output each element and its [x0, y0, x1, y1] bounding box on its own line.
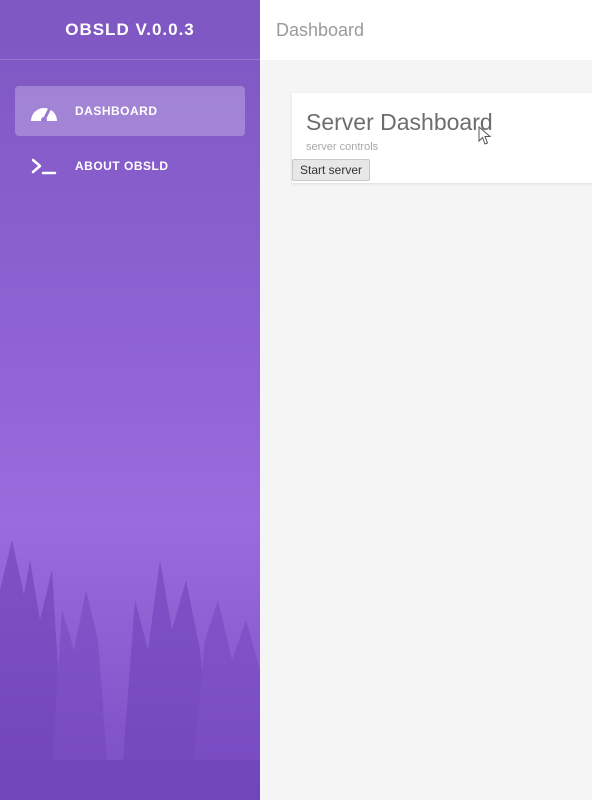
page-title: Dashboard: [276, 19, 365, 40]
sidebar-nav: DASHBOARD ABOUT OBSLD: [0, 60, 260, 191]
sidebar-item-about[interactable]: ABOUT OBSLD: [15, 141, 245, 191]
main-content: Server Dashboard server controls Start s…: [260, 60, 592, 800]
brand-title: OBSLD V.0.0.3: [0, 0, 260, 60]
app-window: OBSLD V.0.0.3 DASHBOARD ABOUT OBSLD Dash…: [0, 0, 592, 800]
card-subtitle: server controls: [306, 141, 379, 153]
sidebar-item-label: DASHBOARD: [75, 104, 158, 118]
server-dashboard-card: Server Dashboard server controls Start s…: [292, 93, 592, 183]
sidebar-item-dashboard[interactable]: DASHBOARD: [15, 86, 245, 136]
sidebar-item-label: ABOUT OBSLD: [75, 159, 169, 173]
forest-background-image: [0, 540, 260, 800]
mouse-pointer-icon: [478, 126, 492, 145]
card-title: Server Dashboard: [306, 109, 493, 135]
sidebar: OBSLD V.0.0.3 DASHBOARD ABOUT OBSLD: [0, 0, 260, 800]
start-server-button[interactable]: Start server: [292, 159, 371, 181]
dashboard-icon: [29, 99, 61, 123]
page-header: Dashboard: [260, 0, 592, 60]
terminal-icon: [29, 154, 61, 178]
